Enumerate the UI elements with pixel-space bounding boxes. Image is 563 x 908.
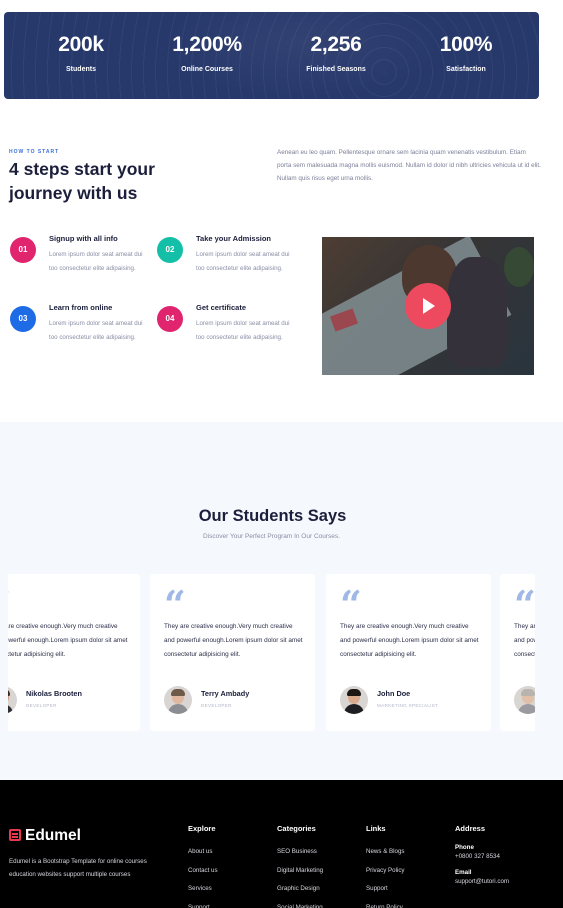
footer-column-categories: Categories SEO Business Digital Marketin…: [277, 824, 323, 908]
step-text: Lorem ipsum dolor seat ameat dui too con…: [196, 320, 290, 341]
footer-link[interactable]: Digital Marketing: [277, 862, 323, 881]
step-title: Take your Admission: [196, 234, 272, 243]
testimonial-text: They are creative enough.Very much creat…: [8, 623, 128, 658]
testimonial-role: DEVELOPER: [201, 703, 232, 708]
footer-column-explore: Explore About us Contact us Services Sup…: [188, 824, 218, 908]
step-title: Signup with all info: [49, 234, 118, 243]
testimonial-card: “ They are creative enough.Very much cre…: [8, 574, 140, 731]
stat-value: 1,200%: [172, 33, 242, 56]
phone-label: Phone: [455, 844, 474, 851]
avatar: [340, 686, 368, 714]
testimonial-card: “ They are creative enough.Very much cre…: [500, 574, 535, 731]
step-number-badge: 01: [10, 237, 36, 263]
play-icon: [423, 298, 435, 314]
step-title: Learn from online: [49, 303, 113, 312]
testimonial-role: DEVELOPER: [26, 703, 57, 708]
avatar: [8, 686, 17, 714]
quote-icon: “: [340, 582, 362, 627]
footer-link[interactable]: Services: [188, 880, 218, 899]
logo-text: Edumel: [25, 827, 81, 844]
footer-heading: Address: [455, 824, 486, 833]
steps-title: 4 steps start your journey with us: [9, 159, 155, 203]
stat-label: Finished Seasons: [306, 66, 366, 73]
step-text: Lorem ipsum dolor seat ameat dui too con…: [196, 251, 290, 272]
footer-logo[interactable]: Edumel: [9, 827, 81, 845]
testimonial-card: “ They are creative enough.Very much cre…: [326, 574, 491, 731]
testimonials-carousel[interactable]: “ They are creative enough.Very much cre…: [8, 574, 535, 731]
footer-link[interactable]: Graphic Design: [277, 880, 323, 899]
testimonial-name: Nikolas Brooten: [26, 689, 82, 698]
stat-label: Students: [66, 66, 96, 73]
testimonial-card: “ They are creative enough.Very much cre…: [150, 574, 315, 731]
phone-value: +0800 327 8534: [455, 853, 500, 860]
footer-link[interactable]: Contact us: [188, 862, 218, 881]
step-text: Lorem ipsum dolor seat ameat dui too con…: [49, 320, 143, 341]
steps-description: Aenean eu leo quam. Pellentesque ornare …: [277, 149, 541, 182]
play-button[interactable]: [405, 283, 451, 329]
footer-column-address: Address Phone +0800 327 8534 Email suppo…: [455, 824, 509, 893]
quote-icon: “: [8, 586, 11, 624]
footer-link[interactable]: Support: [366, 880, 405, 899]
email-value[interactable]: support@tutori.com: [455, 877, 509, 886]
footer-heading: Explore: [188, 824, 216, 833]
testimonial-text: They are creative enough.Very much creat…: [340, 623, 479, 658]
avatar: [164, 686, 192, 714]
step-number-badge: 04: [157, 306, 183, 332]
stat-value: 200k: [58, 33, 104, 56]
stat-label: Online Courses: [181, 66, 233, 73]
graduation-cap-icon: [9, 829, 21, 841]
testimonial-text: They are creative enough.Very much creat…: [164, 623, 303, 658]
testimonials-title: Our Students Says: [198, 507, 347, 525]
footer-column-links: Links News & Blogs Privacy Policy Suppor…: [366, 824, 405, 908]
step-text: Lorem ipsum dolor seat ameat dui too con…: [49, 251, 143, 272]
footer-link[interactable]: Support: [188, 899, 218, 908]
footer-heading: Categories: [277, 824, 316, 833]
stat-value: 2,256: [310, 33, 362, 56]
footer-link[interactable]: Return Policy: [366, 899, 405, 908]
footer-link[interactable]: About us: [188, 843, 218, 862]
email-label: Email: [455, 869, 472, 876]
footer-link[interactable]: Privacy Policy: [366, 862, 405, 881]
video-thumbnail[interactable]: [322, 237, 534, 375]
section-eyebrow: HOW TO START: [9, 149, 60, 155]
footer-link[interactable]: News & Blogs: [366, 843, 405, 862]
quote-icon: “: [514, 582, 535, 627]
step-number-badge: 03: [10, 306, 36, 332]
footer-link[interactable]: Social Marketing: [277, 899, 323, 908]
avatar: [514, 686, 535, 714]
footer-about: Edumel is a Bootstrap Template for onlin…: [9, 858, 147, 878]
footer-heading: Links: [366, 824, 386, 833]
step-number-badge: 02: [157, 237, 183, 263]
quote-icon: “: [164, 582, 186, 627]
testimonial-name: Terry Ambady: [201, 689, 250, 698]
testimonials-subtitle: Discover Your Perfect Program In Our Cou…: [203, 533, 340, 540]
stat-value: 100%: [439, 33, 493, 56]
testimonial-name: John Doe: [377, 689, 411, 698]
stat-label: Satisfaction: [446, 66, 486, 73]
step-title: Get certificate: [196, 303, 247, 312]
testimonial-text: They are creative enough.Very much creat…: [514, 623, 535, 658]
footer: Edumel Edumel is a Bootstrap Template fo…: [0, 780, 563, 908]
stats-banner: 200k Students 1,200% Online Courses 2,25…: [4, 12, 539, 99]
footer-link[interactable]: SEO Business: [277, 843, 323, 862]
testimonial-role: MARKETING SPECIALIST: [377, 703, 439, 708]
